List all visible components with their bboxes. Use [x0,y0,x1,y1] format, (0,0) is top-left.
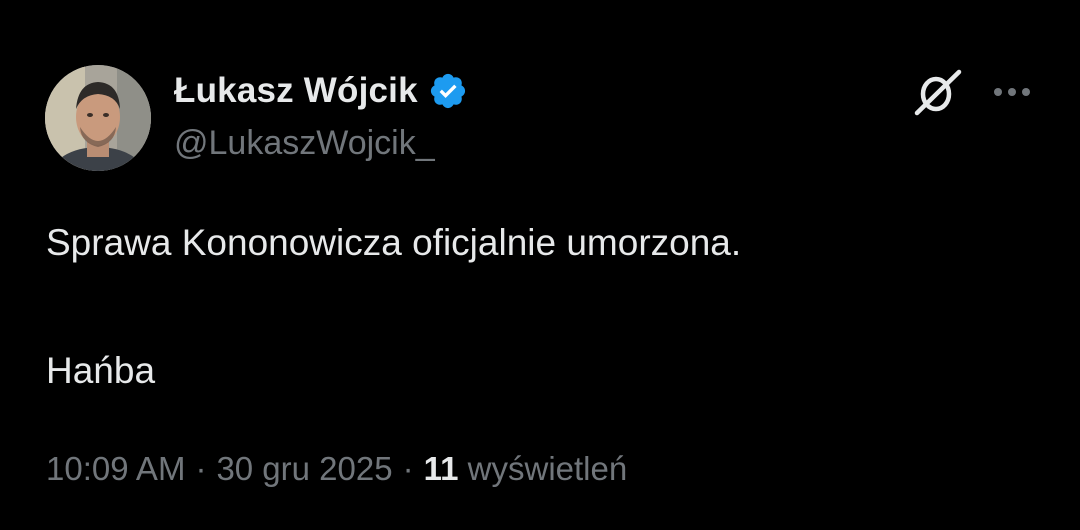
avatar-photo [45,65,151,171]
more-dots-icon[interactable] [988,72,1036,112]
author-handle[interactable]: @LukaszWojcik_ [174,124,435,163]
tweet: Łukasz Wójcik @LukaszWojcik_ Sprawa Kono… [0,0,1080,530]
tweet-time[interactable]: 10:09 AM [46,450,185,487]
verified-badge-icon[interactable] [428,71,468,111]
views-label: wyświetleń [467,450,628,487]
views-count[interactable]: 11 [424,450,459,487]
tweet-meta: 10:09 AM · 30 gru 2025 · 11 wyświetleń [46,450,627,488]
author-display-name[interactable]: Łukasz Wójcik [174,71,418,111]
tweet-text-line: Sprawa Kononowicza oficjalnie umorzona. [46,222,742,263]
meta-separator: · [195,450,207,487]
author-name-row: Łukasz Wójcik [174,70,468,112]
grok-icon[interactable] [912,66,964,118]
avatar[interactable] [45,65,151,171]
tweet-text-line: Hańba [46,350,156,391]
tweet-date[interactable]: 30 gru 2025 [216,450,392,487]
meta-separator: · [402,450,414,487]
